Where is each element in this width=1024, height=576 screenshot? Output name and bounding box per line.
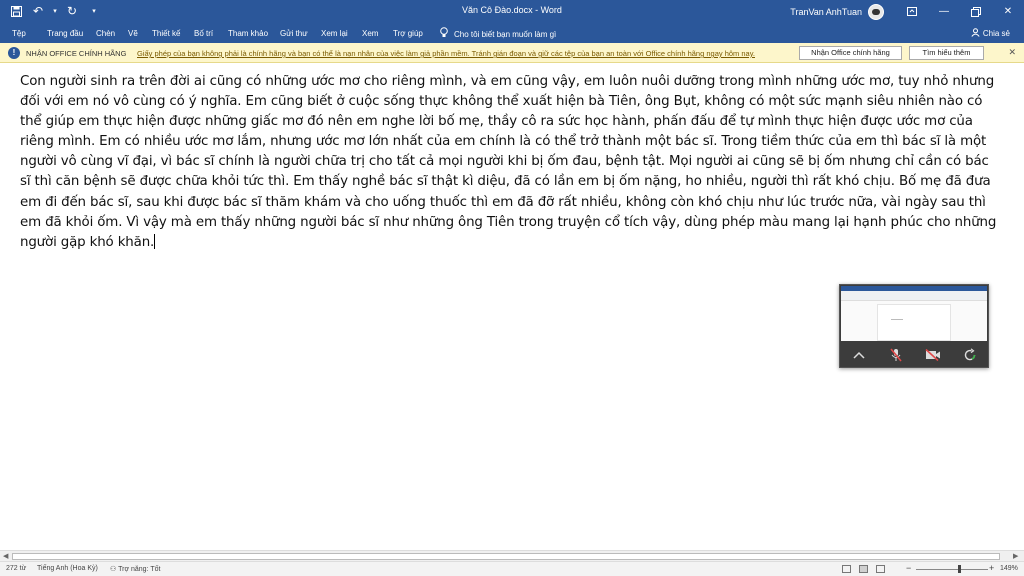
tab-help[interactable]: Trợ giúp bbox=[393, 29, 423, 38]
paragraph-text: Con người sinh ra trên đời ai cũng có nh… bbox=[20, 74, 997, 250]
document-body[interactable]: Con người sinh ra trên đời ai cũng có nh… bbox=[20, 72, 1000, 253]
scrollbar-thumb[interactable] bbox=[12, 553, 1000, 560]
restore-icon[interactable] bbox=[960, 0, 992, 23]
view-buttons bbox=[842, 565, 885, 573]
share-button[interactable]: Chia sẻ bbox=[971, 28, 1010, 39]
accessibility-status[interactable]: ⚇ Trợ năng: Tốt bbox=[110, 565, 160, 573]
zoom-track[interactable] bbox=[916, 569, 988, 570]
screen-preview bbox=[841, 286, 987, 341]
preview-text-line bbox=[891, 319, 903, 320]
zoom-in-icon[interactable]: + bbox=[989, 563, 994, 573]
horizontal-scrollbar[interactable]: ◀ ▶ bbox=[0, 550, 1024, 561]
tab-home[interactable]: Trang đầu bbox=[47, 29, 83, 38]
zoom-knob[interactable] bbox=[958, 565, 962, 573]
zoom-out-icon[interactable]: − bbox=[906, 563, 911, 573]
user-name: TranVan AnhTuan bbox=[790, 7, 862, 17]
mic-muted-icon[interactable] bbox=[886, 345, 906, 365]
status-bar: 272 từ Tiếng Anh (Hoa Kỳ) ⚇ Trợ năng: Tố… bbox=[0, 561, 1024, 576]
scroll-right-icon[interactable]: ▶ bbox=[1013, 552, 1018, 560]
minimize-icon[interactable]: — bbox=[928, 0, 960, 23]
tab-mailings[interactable]: Gửi thư bbox=[280, 29, 308, 38]
learn-more-button[interactable]: Tìm hiểu thêm bbox=[909, 46, 984, 60]
document-paragraph[interactable]: Con người sinh ra trên đời ai cũng có nh… bbox=[20, 72, 1000, 253]
tab-design[interactable]: Thiết kế bbox=[152, 29, 180, 38]
widget-controls bbox=[840, 341, 988, 368]
person-icon bbox=[971, 28, 980, 39]
preview-ribbon bbox=[841, 291, 987, 301]
preview-page bbox=[877, 304, 951, 341]
lightbulb-icon bbox=[440, 27, 448, 40]
print-layout-icon[interactable] bbox=[859, 565, 868, 573]
language-indicator[interactable]: Tiếng Anh (Hoa Kỳ) bbox=[37, 565, 98, 572]
get-genuine-office-button[interactable]: Nhận Office chính hãng bbox=[799, 46, 902, 60]
ribbon-display-options-icon[interactable] bbox=[896, 0, 928, 23]
tell-me-label: Cho tôi biết bạn muốn làm gì bbox=[454, 30, 557, 39]
tab-review[interactable]: Xem lại bbox=[321, 29, 348, 38]
refresh-icon[interactable] bbox=[960, 345, 980, 365]
tab-view[interactable]: Xem bbox=[362, 29, 378, 38]
text-cursor bbox=[154, 234, 156, 250]
camera-off-icon[interactable] bbox=[923, 345, 943, 365]
tab-layout[interactable]: Bố trí bbox=[194, 29, 213, 38]
close-notification-icon[interactable]: ✕ bbox=[1008, 47, 1016, 58]
window-controls: — ✕ bbox=[896, 0, 1024, 23]
notification-title: NHẬN OFFICE CHÍNH HÃNG bbox=[26, 49, 127, 58]
info-icon: ! bbox=[8, 47, 20, 59]
zoom-level[interactable]: 149% bbox=[1000, 565, 1018, 572]
tab-draw[interactable]: Vẽ bbox=[128, 29, 138, 38]
word-count[interactable]: 272 từ bbox=[6, 565, 26, 572]
share-label: Chia sẻ bbox=[982, 29, 1010, 38]
ribbon-tabs: Tệp Trang đầu Chèn Vẽ Thiết kế Bố trí Th… bbox=[0, 23, 1024, 43]
scroll-left-icon[interactable]: ◀ bbox=[3, 552, 8, 560]
accessibility-icon: ⚇ bbox=[110, 566, 117, 573]
tab-references[interactable]: Tham khảo bbox=[228, 29, 268, 38]
floating-video-widget[interactable] bbox=[839, 284, 989, 368]
accessibility-label: Trợ năng: Tốt bbox=[118, 566, 161, 573]
close-icon[interactable]: ✕ bbox=[992, 0, 1024, 23]
title-bar: ↶ ▾ ↻ ▾ Văn Cô Đào.docx - Word TranVan A… bbox=[0, 0, 1024, 23]
tab-file[interactable]: Tệp bbox=[12, 29, 26, 38]
notification-message-link[interactable]: Giấy phép của bạn không phải là chính hã… bbox=[137, 49, 792, 58]
account-area[interactable]: TranVan AnhTuan bbox=[790, 4, 884, 20]
web-layout-icon[interactable] bbox=[876, 565, 885, 573]
zoom-slider[interactable]: − + bbox=[904, 563, 994, 574]
tell-me-search[interactable]: Cho tôi biết bạn muốn làm gì bbox=[440, 27, 556, 40]
tab-insert[interactable]: Chèn bbox=[96, 29, 115, 38]
read-mode-icon[interactable] bbox=[842, 565, 851, 573]
license-notification-bar: ! NHẬN OFFICE CHÍNH HÃNG Giấy phép của b… bbox=[0, 43, 1024, 63]
chevron-up-icon[interactable] bbox=[849, 345, 869, 365]
avatar[interactable] bbox=[868, 4, 884, 20]
